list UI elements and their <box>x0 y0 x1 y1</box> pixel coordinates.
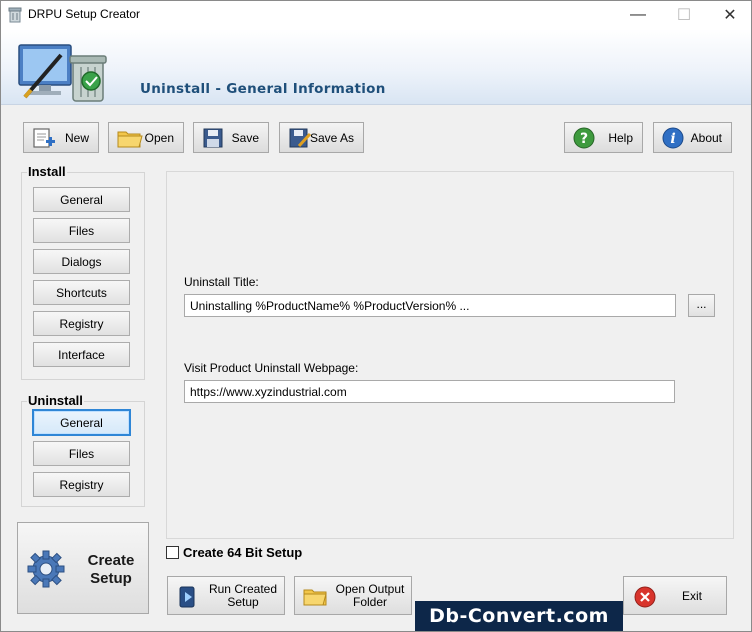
create-64bit-label: Create 64 Bit Setup <box>183 545 303 560</box>
create-setup-button[interactable]: Create Setup <box>17 522 149 614</box>
webpage-input[interactable] <box>184 380 675 403</box>
exit-label: Exit <box>682 589 703 603</box>
uninstall-title-input[interactable] <box>184 294 676 317</box>
uninstall-files-button[interactable]: Files <box>33 441 130 466</box>
page-title: Uninstall - General Information <box>140 81 386 97</box>
svg-text:?: ? <box>580 131 588 147</box>
webpage-label: Visit Product Uninstall Webpage: <box>184 361 359 375</box>
create-64bit-row[interactable]: Create 64 Bit Setup <box>166 545 302 560</box>
about-button[interactable]: i About <box>653 122 732 153</box>
install-general-button[interactable]: General <box>33 187 130 212</box>
create-setup-line2: Setup <box>90 570 132 587</box>
watermark-banner: Db-Convert.com <box>415 601 623 631</box>
install-group-title: Install <box>27 164 67 179</box>
open-output-folder-button[interactable]: Open Output Folder <box>294 576 412 615</box>
maximize-button[interactable]: ☐ <box>661 1 707 29</box>
window-title: DRPU Setup Creator <box>28 7 141 21</box>
save-button[interactable]: Save <box>193 122 269 153</box>
new-file-icon <box>33 128 55 148</box>
save-disk-icon <box>203 128 223 148</box>
install-files-button[interactable]: Files <box>33 218 130 243</box>
install-registry-button[interactable]: Registry <box>33 311 130 336</box>
run-created-setup-button[interactable]: Run Created Setup <box>167 576 285 615</box>
header-banner: Uninstall - General Information <box>1 29 751 105</box>
save-as-label: Save As <box>309 131 354 145</box>
exit-button[interactable]: Exit <box>623 576 727 615</box>
title-bar: DRPU Setup Creator — ☐ ✕ <box>1 1 751 29</box>
run-setup-icon <box>179 586 195 608</box>
output-folder-icon <box>303 589 327 606</box>
uninstall-group-title: Uninstall <box>27 393 84 408</box>
create-64bit-checkbox[interactable] <box>166 546 179 559</box>
about-label: About <box>690 131 722 145</box>
install-shortcuts-button[interactable]: Shortcuts <box>33 280 130 305</box>
run-created-line2: Setup <box>227 595 259 609</box>
minimize-button[interactable]: — <box>615 1 661 29</box>
uninstall-registry-button[interactable]: Registry <box>33 472 130 497</box>
info-icon: i <box>662 127 684 149</box>
new-button[interactable]: New <box>23 122 99 153</box>
save-label: Save <box>231 131 259 145</box>
browse-button[interactable]: ... <box>688 294 715 317</box>
gear-icon <box>27 550 65 588</box>
create-setup-line1: Create <box>87 552 135 569</box>
exit-icon <box>634 586 656 608</box>
install-dialogs-button[interactable]: Dialogs <box>33 249 130 274</box>
help-label: Help <box>608 131 633 145</box>
create-setup-label: Create Setup <box>80 552 142 588</box>
app-icon <box>8 7 22 23</box>
uninstall-general-button[interactable]: General <box>32 409 131 436</box>
save-as-button[interactable]: Save As <box>279 122 364 153</box>
open-output-line2: Folder <box>352 595 387 609</box>
main-panel <box>166 171 734 539</box>
svg-text:i: i <box>670 131 675 147</box>
app-window: DRPU Setup Creator — ☐ ✕ Uninstall - Gen… <box>0 0 752 632</box>
help-button[interactable]: ? Help <box>564 122 643 153</box>
open-button[interactable]: Open <box>108 122 184 153</box>
close-button[interactable]: ✕ <box>707 1 752 29</box>
open-label: Open <box>144 131 174 145</box>
install-interface-button[interactable]: Interface <box>33 342 130 367</box>
uninstall-icon <box>18 44 107 102</box>
new-label: New <box>64 131 89 145</box>
help-icon: ? <box>573 127 595 149</box>
folder-icon <box>117 131 143 148</box>
uninstall-title-label: Uninstall Title: <box>184 275 259 289</box>
